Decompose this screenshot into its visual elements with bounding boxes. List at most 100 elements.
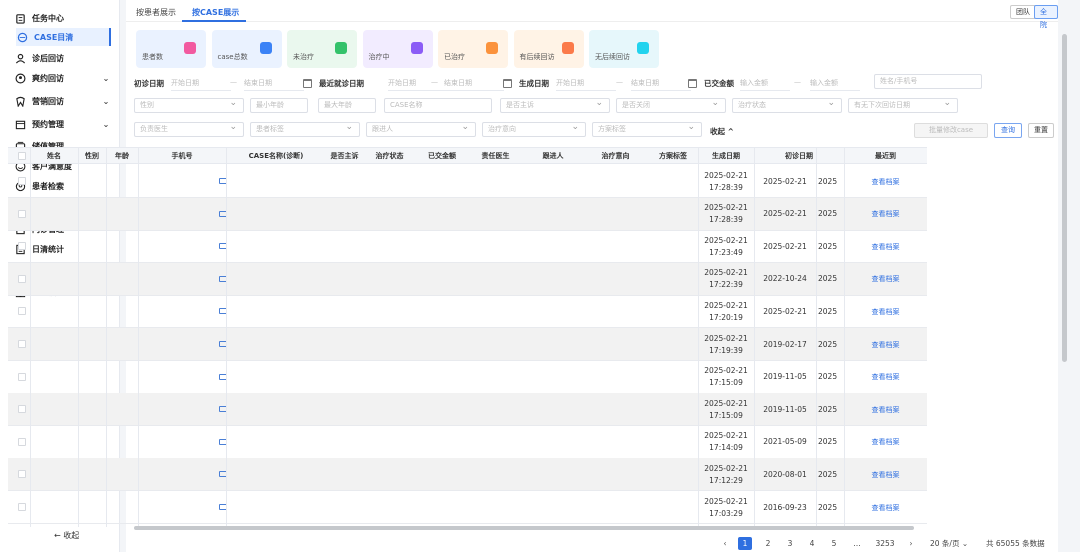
page-button[interactable]: 1 [738, 537, 752, 550]
view-record-link[interactable]: 查看档案 [844, 491, 927, 524]
sidebar-item-5[interactable]: 预约管理 ⌄ [14, 115, 111, 133]
table-row[interactable]: 2025-02-21 17:28:39 2025-02-21 2025 查看档案 [8, 165, 927, 198]
plan-tag-select[interactable]: 方案标签 [592, 122, 702, 137]
calendar-icon[interactable] [688, 79, 697, 88]
page-button[interactable]: 3253 [872, 537, 898, 550]
view-record-link[interactable]: 查看档案 [844, 426, 927, 459]
page-button[interactable]: 5 [827, 537, 841, 550]
stat-card[interactable]: 无后续回访 [589, 30, 659, 68]
column-header[interactable]: 姓名 [30, 148, 78, 164]
prev-page-button[interactable]: ‹ [718, 537, 732, 550]
sidebar-collapse-button[interactable]: ← 收起 [54, 530, 79, 541]
gen-date-start[interactable]: 开始日期 [556, 76, 616, 91]
column-header[interactable]: 治疗意向 [583, 148, 648, 164]
stat-card[interactable]: 有后续回访 [513, 30, 584, 68]
column-header[interactable]: 责任医生 [468, 148, 523, 164]
gender-select[interactable]: 性别 [134, 98, 244, 113]
row-checkbox[interactable] [18, 177, 26, 185]
view-record-link[interactable]: 查看档案 [844, 328, 927, 361]
view-record-link[interactable]: 查看档案 [844, 165, 927, 198]
column-header[interactable]: 性别 [78, 148, 106, 164]
row-checkbox[interactable] [18, 372, 26, 381]
gen-date-end[interactable]: 结束日期 [631, 76, 691, 91]
view-record-link[interactable]: 查看档案 [844, 295, 927, 328]
column-header[interactable]: CASE名称(诊断) [226, 148, 326, 164]
table-row[interactable]: 2025-02-21 17:22:39 2022-10-24 2025 查看档案 [8, 262, 927, 296]
tab-by-patient[interactable]: 按患者展示 [136, 7, 176, 18]
column-header[interactable]: 治疗状态 [363, 148, 416, 164]
table-row[interactable]: 2025-02-21 17:03:29 2016-09-23 2025 查看档案 [8, 491, 927, 524]
column-header[interactable]: 已交金额 [416, 148, 468, 164]
stat-card[interactable]: case总数 [211, 30, 282, 68]
page-button[interactable]: 4 [805, 537, 819, 550]
view-record-link[interactable]: 查看档案 [844, 263, 927, 296]
chief-select[interactable]: 是否主诉 [500, 98, 610, 113]
sidebar-item-0[interactable]: 任务中心 [14, 9, 111, 27]
treat-status-select[interactable]: 治疗状态 [732, 98, 842, 113]
calendar-icon[interactable] [303, 79, 312, 88]
amount-max[interactable]: 输入金额 [810, 76, 860, 91]
view-record-link[interactable]: 查看档案 [844, 458, 927, 491]
page-button[interactable]: 3 [783, 537, 797, 550]
query-button[interactable]: 查询 [994, 123, 1022, 138]
recent-visit-end[interactable]: 结束日期 [444, 76, 504, 91]
scope-all-toggle[interactable]: 全院 [1034, 5, 1058, 29]
view-record-link[interactable]: 查看档案 [844, 393, 927, 426]
first-visit-end[interactable]: 结束日期 [244, 76, 304, 91]
table-row[interactable]: 2025-02-21 17:20:19 2025-02-21 2025 查看档案 [8, 295, 927, 329]
vertical-scrollbar[interactable] [1062, 34, 1067, 362]
doctor-select[interactable]: 负责医生 [134, 122, 244, 137]
table-row[interactable]: 2025-02-21 17:15:09 2019-11-05 2025 查看档案 [8, 361, 927, 394]
page-button[interactable]: … [850, 537, 864, 550]
stat-card[interactable]: 治疗中 [362, 30, 433, 68]
horizontal-scrollbar[interactable] [134, 526, 914, 530]
row-checkbox[interactable] [18, 503, 26, 511]
column-header[interactable]: 方案标签 [648, 148, 698, 164]
case-name-input[interactable]: CASE名称 [384, 98, 492, 113]
table-row[interactable]: 2025-02-21 17:19:39 2019-02-17 2025 查看档案 [8, 328, 927, 361]
column-header[interactable]: 跟进人 [523, 148, 583, 164]
follower-select[interactable]: 跟进人 [366, 122, 476, 137]
table-row[interactable]: 2025-02-21 17:23:49 2025-02-21 2025 查看档案 [8, 230, 927, 264]
followup-date-select[interactable]: 有无下次回访日期 [848, 98, 958, 113]
column-header[interactable]: 最近到 [844, 148, 927, 164]
min-age-input[interactable]: 最小年龄 [250, 98, 308, 113]
page-button[interactable]: 2 [761, 537, 775, 550]
row-checkbox[interactable] [18, 307, 26, 316]
amount-min[interactable]: 输入金额 [740, 76, 790, 91]
column-header[interactable]: 初诊日期 [754, 148, 844, 164]
calendar-icon[interactable] [503, 79, 512, 88]
intent-select[interactable]: 治疗意向 [482, 122, 586, 137]
sidebar-item-3[interactable]: 爽约回访 ⌄ [14, 69, 111, 87]
sidebar-item-2[interactable]: 诊后回访 [14, 49, 111, 67]
row-checkbox[interactable] [18, 274, 26, 283]
recent-visit-start[interactable]: 开始日期 [388, 76, 448, 91]
select-all-checkbox[interactable] [18, 152, 26, 160]
tags-select[interactable]: 患者标签 [250, 122, 360, 137]
collapse-filters-button[interactable]: 收起 ^ [710, 126, 734, 137]
stat-card[interactable]: 已治疗 [438, 30, 508, 68]
batch-edit-button[interactable]: 批量修改case [914, 123, 988, 138]
row-checkbox[interactable] [18, 405, 26, 414]
table-row[interactable]: 2025-02-21 17:28:39 2025-02-21 2025 查看档案 [8, 197, 927, 231]
table-row[interactable]: 2025-02-21 17:15:09 2019-11-05 2025 查看档案 [8, 393, 927, 427]
scope-team-toggle[interactable]: 团队 [1010, 5, 1036, 19]
name-phone-input[interactable]: 姓名/手机号 [874, 74, 982, 89]
tab-by-case[interactable]: 按CASE展示 [192, 7, 239, 18]
page-size-select[interactable]: 20 条/页 ⌄ [930, 538, 968, 549]
column-header[interactable]: 年龄 [106, 148, 138, 164]
table-row[interactable]: 2025-02-21 17:14:09 2021-05-09 2025 查看档案 [8, 426, 927, 459]
stat-card[interactable]: 患者数 [136, 30, 206, 68]
table-row[interactable]: 2025-02-21 17:12:29 2020-08-01 2025 查看档案 [8, 458, 927, 492]
first-visit-start[interactable]: 开始日期 [171, 76, 231, 91]
view-record-link[interactable]: 查看档案 [844, 198, 927, 231]
row-checkbox[interactable] [18, 470, 26, 479]
column-header[interactable]: 是否主诉 [326, 148, 363, 164]
row-checkbox[interactable] [18, 242, 26, 251]
view-record-link[interactable]: 查看档案 [844, 230, 927, 263]
row-checkbox[interactable] [18, 209, 26, 218]
closed-select[interactable]: 是否关闭 [616, 98, 726, 113]
sidebar-item-1[interactable]: CASE目清 [16, 28, 111, 46]
stat-card[interactable]: 未治疗 [287, 30, 357, 68]
next-page-button[interactable]: › [904, 537, 918, 550]
